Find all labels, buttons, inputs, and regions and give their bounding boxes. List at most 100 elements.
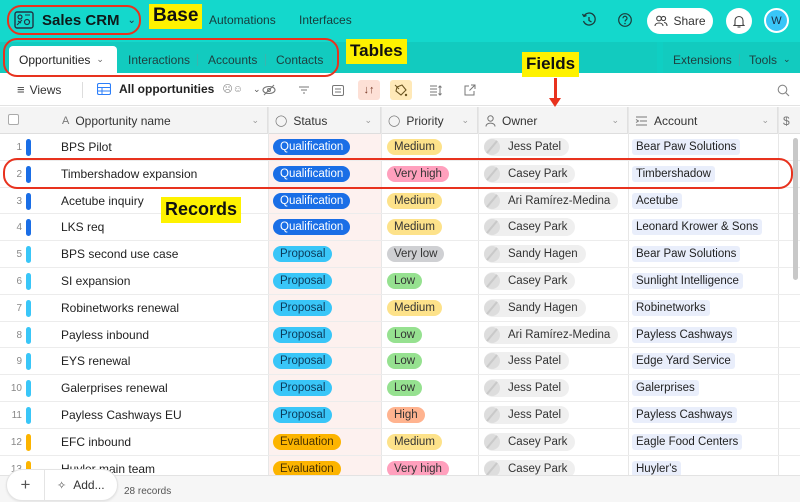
account-link[interactable]: Robinetworks xyxy=(632,299,710,316)
cell-status[interactable]: Qualification xyxy=(273,134,351,160)
cell-status[interactable]: Proposal xyxy=(273,375,333,401)
account-link[interactable]: Edge Yard Service xyxy=(632,353,735,370)
cell-account[interactable]: Acetube xyxy=(632,188,683,214)
tools-button[interactable]: Tools ⌄ xyxy=(749,46,791,73)
cell-opportunity-name[interactable]: BPS second use case xyxy=(61,241,178,267)
cell-status[interactable]: Proposal xyxy=(273,402,333,428)
filter-icon[interactable] xyxy=(293,80,315,100)
select-all-checkbox[interactable] xyxy=(8,114,19,125)
cell-owner[interactable]: Ari Ramírez-Medina xyxy=(484,322,619,348)
account-link[interactable]: Payless Cashways xyxy=(632,326,737,343)
table-row[interactable]: 10 Galerprises renewal Proposal Low Jess Pat… xyxy=(0,375,800,402)
account-link[interactable]: Sunlight Intelligence xyxy=(632,272,743,289)
views-button[interactable]: ≡ Views xyxy=(17,82,61,97)
account-link[interactable]: Leonard Krower & Sons xyxy=(632,219,763,236)
cell-account[interactable]: Galerprises xyxy=(632,375,699,401)
table-row[interactable]: 1 BPS Pilot Qualification Medium Jess Patel B… xyxy=(0,134,800,161)
cell-status[interactable]: Evaluation xyxy=(273,429,341,455)
add-with-ai-button[interactable]: ✧ Add... xyxy=(57,478,105,492)
cell-status[interactable]: Qualification xyxy=(273,188,351,214)
cell-priority[interactable]: Medium xyxy=(387,295,442,321)
cell-opportunity-name[interactable]: Payless inbound xyxy=(61,322,149,348)
account-link[interactable]: Bear Paw Solutions xyxy=(632,139,741,155)
account-link[interactable]: Payless Cashways xyxy=(632,406,737,423)
share-button[interactable]: Share xyxy=(647,8,713,34)
table-row[interactable]: 12 EFC inbound Evaluation Medium Casey Park E… xyxy=(0,429,800,456)
cell-priority[interactable]: Medium xyxy=(387,429,442,455)
cell-priority[interactable]: Medium xyxy=(387,134,442,160)
cell-opportunity-name[interactable]: SI expansion xyxy=(61,268,130,294)
history-icon[interactable] xyxy=(581,12,597,28)
account-link[interactable]: Galerprises xyxy=(632,380,699,397)
cell-owner[interactable]: Casey Park xyxy=(484,429,576,455)
row-height-icon[interactable] xyxy=(425,80,447,100)
search-icon[interactable] xyxy=(772,80,794,100)
cell-opportunity-name[interactable]: Acetube inquiry xyxy=(61,188,144,214)
cell-priority[interactable]: Low xyxy=(387,375,423,401)
cell-owner[interactable]: Sandy Hagen xyxy=(484,241,586,267)
cell-priority[interactable]: High xyxy=(387,402,425,428)
column-header-account[interactable]: Account ⌄ xyxy=(628,107,778,134)
cell-owner[interactable]: Casey Park xyxy=(484,268,576,294)
cell-priority[interactable]: Very low xyxy=(387,241,445,267)
cell-owner[interactable]: Jess Patel xyxy=(484,348,570,374)
cell-opportunity-name[interactable]: Galerprises renewal xyxy=(61,375,168,401)
cell-account[interactable]: Sunlight Intelligence xyxy=(632,268,743,294)
table-row[interactable]: 6 SI expansion Proposal Low Casey Park Sunlig… xyxy=(0,268,800,295)
cell-account[interactable]: Payless Cashways xyxy=(632,322,737,348)
column-header-owner[interactable]: Owner ⌄ xyxy=(478,107,628,134)
cell-owner[interactable]: Jess Patel xyxy=(484,134,570,160)
cell-account[interactable]: Robinetworks xyxy=(632,295,710,321)
account-link[interactable]: Eagle Food Centers xyxy=(632,433,743,450)
column-header-opportunity-name[interactable]: A Opportunity name ⌄ xyxy=(0,107,268,134)
column-header-status[interactable]: ◯ Status ⌄ xyxy=(268,107,381,134)
cell-opportunity-name[interactable]: BPS Pilot xyxy=(61,134,112,160)
table-row[interactable]: 3 Acetube inquiry Qualification Medium Ari R… xyxy=(0,188,800,215)
hide-fields-icon[interactable] xyxy=(258,80,280,100)
column-header-amount[interactable]: $ xyxy=(778,107,800,134)
cell-status[interactable]: Proposal xyxy=(273,241,333,267)
cell-opportunity-name[interactable]: LKS req xyxy=(61,214,104,240)
cell-status[interactable]: Proposal xyxy=(273,348,333,374)
cell-priority[interactable]: Low xyxy=(387,322,423,348)
table-row[interactable]: 4 LKS req Qualification Medium Casey Park Leo… xyxy=(0,214,800,242)
cell-priority[interactable]: Low xyxy=(387,268,423,294)
table-row[interactable]: 7 Robinetworks renewal Proposal Medium Sandy… xyxy=(0,295,800,322)
table-row[interactable]: 9 EYS renewal Proposal Low Jess Patel Edge Ya… xyxy=(0,348,800,376)
account-link[interactable]: Acetube xyxy=(632,192,683,209)
cell-account[interactable]: Leonard Krower & Sons xyxy=(632,214,763,240)
notifications-button[interactable] xyxy=(726,8,752,34)
sort-icon[interactable]: ↓↑ xyxy=(358,80,380,100)
cell-account[interactable]: Edge Yard Service xyxy=(632,348,735,374)
user-avatar[interactable]: W xyxy=(764,8,789,33)
view-switcher[interactable]: All opportunities ☹☺ ⌄ xyxy=(97,82,261,96)
cell-owner[interactable]: Casey Park xyxy=(484,214,576,240)
column-header-priority[interactable]: ◯ Priority ⌄ xyxy=(381,107,478,134)
cell-account[interactable]: Bear Paw Solutions xyxy=(632,241,741,267)
nav-interfaces[interactable]: Interfaces xyxy=(299,13,352,27)
cell-opportunity-name[interactable]: Robinetworks renewal xyxy=(61,295,179,321)
extensions-button[interactable]: Extensions xyxy=(673,46,732,73)
cell-account[interactable]: Bear Paw Solutions xyxy=(632,134,741,160)
cell-status[interactable]: Proposal xyxy=(273,322,333,348)
cell-status[interactable]: Proposal xyxy=(273,268,333,294)
help-icon[interactable] xyxy=(617,12,633,28)
cell-account[interactable]: Payless Cashways xyxy=(632,402,737,428)
table-row[interactable]: 11 Payless Cashways EU Proposal High Jess Pa… xyxy=(0,402,800,429)
cell-opportunity-name[interactable]: EFC inbound xyxy=(61,429,131,455)
cell-status[interactable]: Qualification xyxy=(273,214,351,240)
cell-priority[interactable]: Medium xyxy=(387,188,442,214)
group-icon[interactable] xyxy=(327,80,349,100)
cell-owner[interactable]: Jess Patel xyxy=(484,402,570,428)
cell-account[interactable]: Eagle Food Centers xyxy=(632,429,743,455)
cell-owner[interactable]: Ari Ramírez-Medina xyxy=(484,188,619,214)
nav-automations[interactable]: Automations xyxy=(209,13,276,27)
cell-priority[interactable]: Low xyxy=(387,348,423,374)
vertical-scrollbar[interactable] xyxy=(793,138,798,280)
color-icon[interactable] xyxy=(390,80,412,100)
cell-owner[interactable]: Sandy Hagen xyxy=(484,295,586,321)
add-record-button[interactable]: + xyxy=(7,470,45,500)
cell-opportunity-name[interactable]: Payless Cashways EU xyxy=(61,402,182,428)
cell-priority[interactable]: Medium xyxy=(387,214,442,240)
cell-opportunity-name[interactable]: EYS renewal xyxy=(61,348,130,374)
